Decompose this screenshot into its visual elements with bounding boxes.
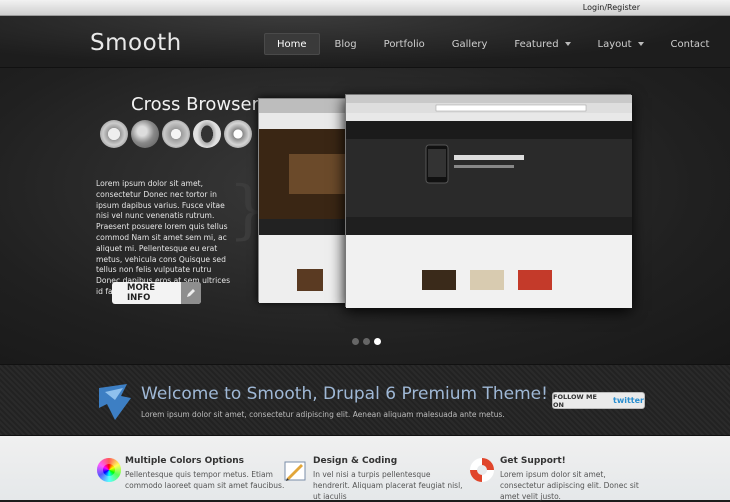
welcome-subtitle: Lorem ipsum dolor sit amet, consectetur …: [141, 410, 505, 419]
twitter-prefix: FOLLOW ME ON: [553, 392, 597, 409]
chevron-down-icon: [637, 42, 644, 46]
nav-gallery-label: Gallery: [451, 38, 488, 50]
top-bar: Login/Register: [0, 0, 730, 16]
nav-blog[interactable]: Blog: [323, 33, 369, 55]
nav-layout-label: Layout: [597, 38, 632, 50]
nav-portfolio[interactable]: Portfolio: [372, 33, 437, 55]
pencil-icon: [181, 282, 201, 304]
nav-featured[interactable]: Featured: [502, 33, 582, 55]
safari-icon: [100, 120, 128, 148]
more-info-label: MORE INFO: [127, 283, 156, 303]
design-tools-icon: [283, 458, 307, 482]
slider-dot-2[interactable]: [363, 338, 370, 345]
twitter-brand: twitter: [613, 396, 644, 405]
color-wheel-icon: [97, 458, 121, 482]
slider-dot-3[interactable]: [374, 338, 381, 345]
browser-icons: [100, 120, 252, 148]
login-register-link[interactable]: Login/Register: [583, 3, 640, 12]
feature-text: In vel nisi a turpis pellentesque hendre…: [313, 470, 463, 501]
screenshot-image-back: [258, 98, 351, 303]
feature-text: Lorem ipsum dolor sit amet, consectetur …: [500, 470, 639, 501]
nav-home-label: Home: [277, 38, 307, 50]
feature-colors: Multiple Colors Options Pellentesque qui…: [125, 456, 285, 491]
main-nav: Home Blog Portfolio Gallery Featured Lay…: [264, 33, 724, 55]
feature-title: Design & Coding: [313, 456, 398, 466]
screenshot-image-front: [345, 94, 632, 308]
slide-title: Cross Browser: [131, 94, 260, 115]
feature-title: Get Support!: [500, 456, 566, 466]
nav-featured-label: Featured: [514, 38, 559, 50]
chrome-icon: [224, 120, 252, 148]
nav-gallery[interactable]: Gallery: [440, 33, 500, 55]
bird-icon: [97, 382, 133, 422]
follow-twitter-button[interactable]: FOLLOW ME ON twitter: [552, 392, 645, 409]
feature-title: Multiple Colors Options: [125, 456, 245, 466]
slide-description: Lorem ipsum dolor sit amet, consectetur …: [96, 179, 231, 296]
opera-icon: [193, 120, 221, 148]
ie-icon: [162, 120, 190, 148]
nav-contact[interactable]: Contact: [659, 33, 722, 55]
site-logo[interactable]: Smooth: [90, 30, 182, 56]
chevron-down-icon: [564, 42, 571, 46]
nav-contact-label: Contact: [670, 38, 710, 50]
slider-pagination: [352, 338, 381, 345]
nav-blog-label: Blog: [334, 38, 357, 50]
welcome-title: Welcome to Smooth, Drupal 6 Premium Them…: [141, 384, 548, 404]
slider-dot-1[interactable]: [352, 338, 359, 345]
nav-portfolio-label: Portfolio: [383, 38, 425, 50]
more-info-button[interactable]: MORE INFO: [112, 282, 201, 304]
feature-design: Design & Coding In vel nisi a turpis pel…: [313, 456, 463, 502]
firefox-icon: [131, 120, 159, 148]
feature-support: Get Support! Lorem ipsum dolor sit amet,…: [500, 456, 650, 502]
feature-text: Pellentesque quis tempor metus. Etiam co…: [125, 470, 285, 490]
nav-layout[interactable]: Layout: [586, 33, 656, 55]
nav-home[interactable]: Home: [264, 33, 320, 55]
lifebuoy-icon: [470, 458, 494, 482]
